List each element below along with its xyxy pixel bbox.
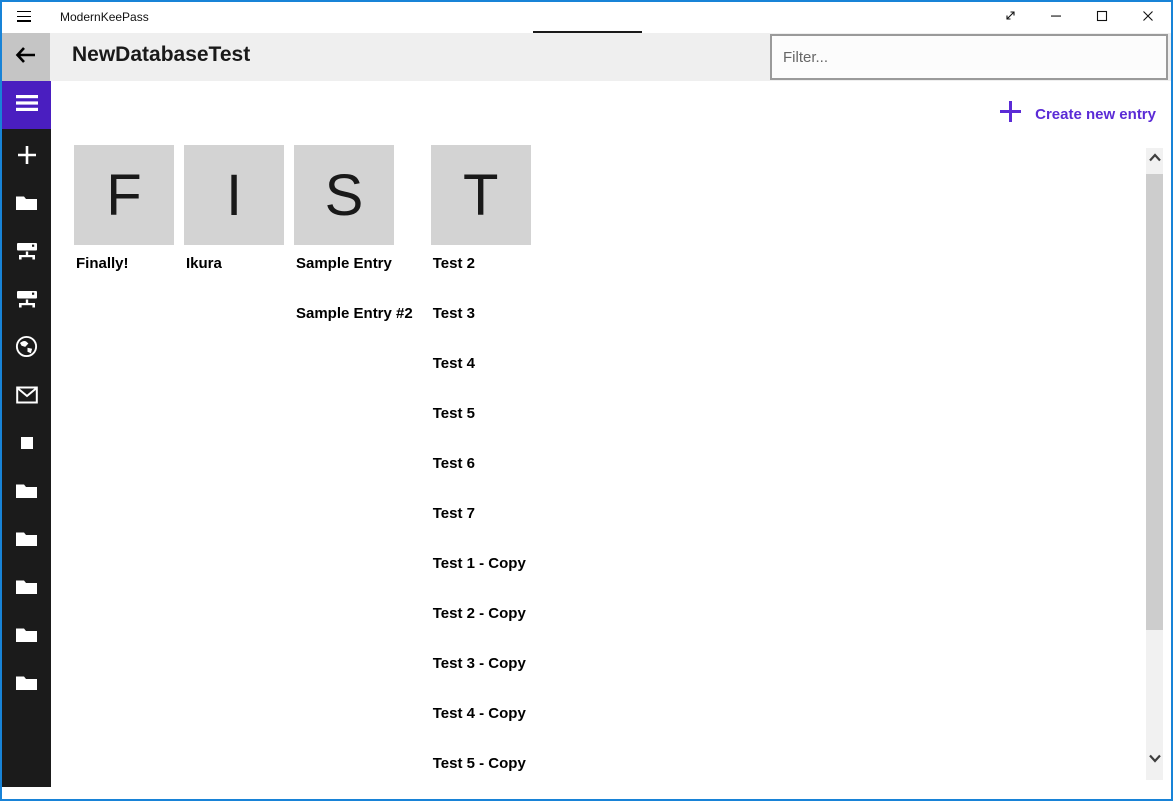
create-new-entry-button[interactable]: Create new entry [998, 99, 1156, 129]
entry-item[interactable]: Sample Entry #2 [294, 303, 421, 353]
filter-input[interactable] [770, 34, 1168, 80]
entry-item[interactable]: Test 6 [431, 453, 534, 503]
entries-grid: FFinally!IIkuraSSample EntrySample Entry… [74, 145, 544, 801]
scroll-up-button[interactable] [1146, 151, 1163, 165]
fullscreen-arrows-icon [1004, 9, 1017, 27]
folder-icon [15, 673, 38, 698]
sidebar-item-group-folder-5[interactable] [2, 661, 51, 709]
minimize-button[interactable] [1033, 2, 1079, 33]
entry-item[interactable]: Finally! [74, 253, 174, 303]
plus-icon [998, 99, 1023, 129]
vertical-scrollbar[interactable] [1146, 148, 1163, 780]
square-icon [16, 432, 38, 459]
app-title: ModernKeePass [60, 10, 149, 24]
group-letter-tile[interactable]: F [74, 145, 174, 245]
entry-item[interactable]: Ikura [184, 253, 284, 303]
page-title: NewDatabaseTest [72, 43, 250, 67]
maximize-square-icon [1096, 9, 1108, 27]
group-entry-list: Finally! [74, 253, 174, 303]
scroll-down-button[interactable] [1146, 752, 1163, 766]
sidebar-item-group-network-1[interactable] [2, 229, 51, 277]
entry-item[interactable]: Test 4 - Copy [431, 703, 534, 753]
sidebar-item-add-group[interactable] [2, 133, 51, 181]
entry-group-I: I Ikura [184, 145, 284, 303]
close-button[interactable] [1125, 2, 1171, 33]
sidebar-item-group-folder-1[interactable] [2, 469, 51, 517]
entry-item[interactable]: Test 4 [431, 353, 534, 403]
create-new-entry-label: Create new entry [1035, 106, 1156, 123]
sidebar-item-group-folder-3[interactable] [2, 565, 51, 613]
mail-icon [16, 386, 38, 409]
titlebar-hamburger-icon[interactable] [17, 11, 31, 22]
entry-group-F: F Finally! [74, 145, 174, 303]
sidebar-item-group-internet[interactable] [2, 325, 51, 373]
back-arrow-icon [14, 45, 38, 70]
entry-item[interactable]: Test 5 [431, 403, 534, 453]
entry-item[interactable]: Test 2 [431, 253, 534, 303]
sidebar-item-menu[interactable] [2, 81, 51, 129]
page-header: NewDatabaseTest [2, 33, 1171, 81]
folder-icon [15, 481, 38, 506]
folder-icon [15, 529, 38, 554]
sidebar-item-group-folder-4[interactable] [2, 613, 51, 661]
sidebar-item-group-folder-2[interactable] [2, 517, 51, 565]
entry-group-T: TTest 2Test 3Test 4Test 5Test 6Test 7Tes… [431, 145, 534, 801]
minimize-line-icon [1050, 9, 1062, 27]
chevron-up-icon [1148, 149, 1162, 167]
group-letter-tile[interactable]: T [431, 145, 531, 245]
title-bar: ModernKeePass [2, 2, 1171, 33]
entry-item[interactable]: Test 3 [431, 303, 534, 353]
folder-icon [15, 193, 38, 218]
sidebar-item-group-email[interactable] [2, 373, 51, 421]
chevron-down-icon [1148, 750, 1162, 768]
sidebar-nav [2, 81, 51, 787]
sidebar-item-group-network-2[interactable] [2, 277, 51, 325]
network-icon [16, 288, 38, 314]
entry-item[interactable]: Test 7 [431, 503, 534, 553]
hamburger-icon [16, 93, 38, 118]
plus-icon [16, 144, 38, 171]
entry-group-S: SSample EntrySample Entry #2 [294, 145, 421, 353]
back-button[interactable] [2, 33, 50, 81]
fullscreen-button[interactable] [987, 2, 1033, 33]
app-window: ModernKeePass [0, 0, 1173, 801]
close-x-icon [1142, 9, 1154, 27]
scrollbar-thumb[interactable] [1146, 174, 1163, 630]
group-letter-tile[interactable]: S [294, 145, 394, 245]
folder-icon [15, 625, 38, 650]
group-entry-list: Ikura [184, 253, 284, 303]
network-icon [16, 240, 38, 266]
globe-icon [15, 335, 38, 363]
group-letter-tile[interactable]: I [184, 145, 284, 245]
maximize-button[interactable] [1079, 2, 1125, 33]
sidebar-item-group-misc[interactable] [2, 421, 51, 469]
entry-item[interactable]: Test 3 - Copy [431, 653, 534, 703]
entry-item[interactable]: Test 1 - Copy [431, 553, 534, 603]
window-controls [987, 2, 1171, 33]
entry-item[interactable]: Test 2 - Copy [431, 603, 534, 653]
folder-icon [15, 577, 38, 602]
sidebar-item-group-root[interactable] [2, 181, 51, 229]
group-entry-list: Test 2Test 3Test 4Test 5Test 6Test 7Test… [431, 253, 534, 801]
group-entry-list: Sample EntrySample Entry #2 [294, 253, 421, 353]
entry-item[interactable]: Sample Entry [294, 253, 421, 303]
entry-item[interactable]: Test 5 - Copy [431, 753, 534, 801]
